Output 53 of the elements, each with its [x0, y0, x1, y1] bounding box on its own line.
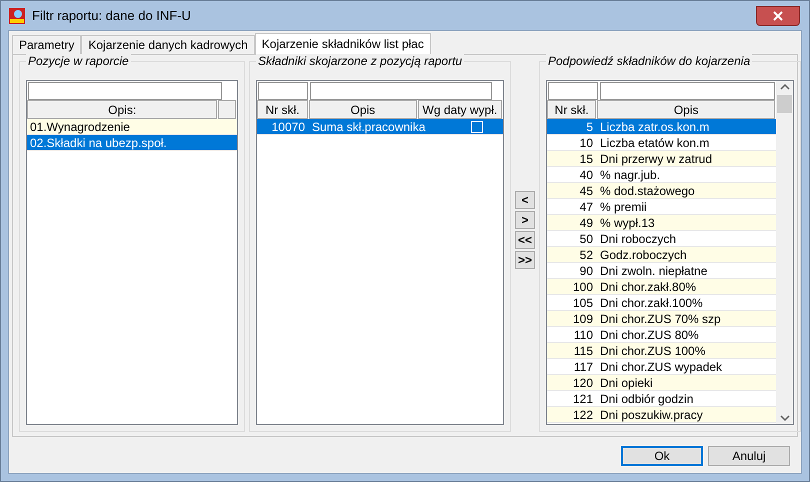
column-header[interactable]: Opis [308, 100, 417, 119]
list-row[interactable]: 121 Dni odbiór godzin [547, 391, 776, 407]
tab[interactable]: Parametry [12, 35, 82, 54]
list-row[interactable]: 40 % nagr.jub. [547, 167, 776, 183]
filter-field[interactable] [310, 82, 492, 100]
group-title: Pozycje w raporcie [26, 54, 131, 68]
list-row[interactable]: 52 Godz.roboczych [547, 247, 776, 263]
list-row[interactable]: 45 % dod.stażowego [547, 183, 776, 199]
move-button[interactable]: >> [515, 251, 535, 269]
column-header[interactable]: Opis: [27, 100, 218, 119]
list-row[interactable]: 01.Wynagrodzenie [27, 119, 237, 135]
filter-field[interactable] [548, 82, 598, 100]
list-row[interactable]: 10 Liczba etatów kon.m [547, 135, 776, 151]
column-header[interactable]: Opis [597, 100, 775, 119]
list-row[interactable]: 47 % premii [547, 199, 776, 215]
dialog-button[interactable]: Ok [621, 446, 703, 466]
list-row[interactable]: 115 Dni chor.ZUS 100% [547, 343, 776, 359]
app-icon [8, 6, 26, 24]
column-header[interactable]: Wg daty wypł. [418, 100, 502, 119]
scrollbar[interactable] [776, 81, 793, 424]
checkbox[interactable] [471, 120, 483, 132]
group-title: Podpowiedź składników do kojarzenia [546, 54, 752, 68]
dialog-button[interactable]: Anuluj [708, 446, 790, 466]
list-row[interactable]: 105 Dni chor.zakł.100% [547, 295, 776, 311]
move-button[interactable]: > [515, 211, 535, 229]
list-row[interactable]: 120 Dni opieki [547, 375, 776, 391]
move-button[interactable]: < [515, 191, 535, 209]
window-title: Filtr raportu: dane do INF-U [32, 8, 191, 23]
close-icon [773, 11, 783, 21]
list-row[interactable]: 49 % wypł.13 [547, 215, 776, 231]
list-row[interactable]: 5 Liczba zatr.os.kon.m [547, 119, 776, 135]
list-row[interactable]: 02.Składki na ubezp.społ. [27, 135, 237, 151]
filter-field[interactable] [600, 82, 775, 100]
list-row[interactable]: 122 Dni poszukiw.pracy [547, 407, 776, 423]
list-row[interactable]: 50 Dni roboczych [547, 231, 776, 247]
list-row[interactable]: 10070 Suma skł.pracownika [257, 119, 503, 135]
column-header[interactable]: Nr skł. [547, 100, 596, 119]
list-row[interactable]: 100 Dni chor.zakł.80% [547, 279, 776, 295]
filter-field[interactable] [28, 82, 222, 100]
list-row[interactable]: 90 Dni zwoln. niepłatne [547, 263, 776, 279]
list-row[interactable]: 15 Dni przerwy w zatrud [547, 151, 776, 167]
column-header[interactable]: Nr skł. [257, 100, 308, 119]
tab[interactable]: Kojarzenie danych kadrowych [81, 35, 255, 54]
tab[interactable]: Kojarzenie składników list płac [254, 33, 431, 54]
filter-field[interactable] [258, 82, 308, 100]
list-row[interactable]: 110 Dni chor.ZUS 80% [547, 327, 776, 343]
move-button[interactable]: << [515, 231, 535, 249]
list-row[interactable]: 109 Dni chor.ZUS 70% szp [547, 311, 776, 327]
list-row[interactable]: 117 Dni chor.ZUS wypadek [547, 359, 776, 375]
close-button[interactable] [756, 6, 800, 26]
group-title: Składniki skojarzone z pozycją raportu [256, 54, 464, 68]
column-header [218, 100, 236, 119]
scroll-thumb[interactable] [777, 95, 792, 113]
